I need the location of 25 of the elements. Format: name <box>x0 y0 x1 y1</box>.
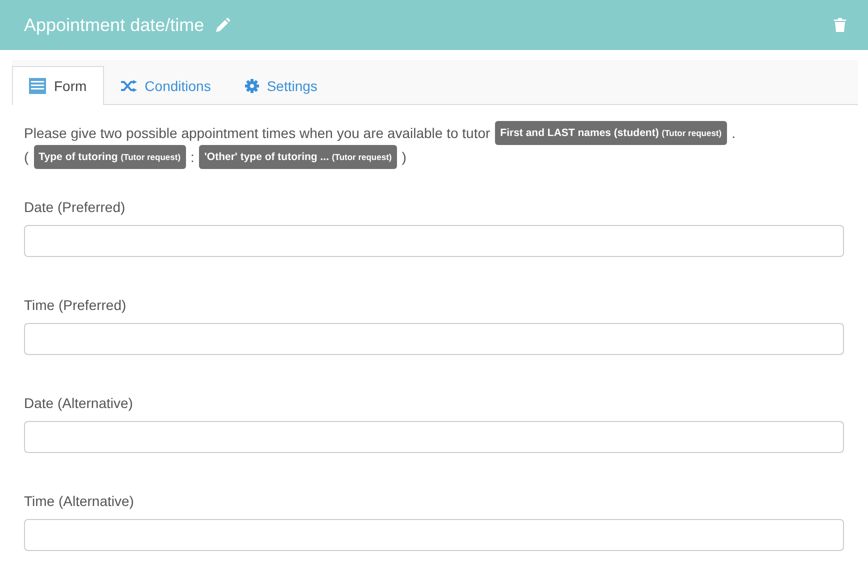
field-label: Date (Preferred) <box>24 199 126 215</box>
description-text: . <box>732 124 736 143</box>
field-label: Time (Preferred) <box>24 297 128 313</box>
input-field[interactable] <box>24 421 844 453</box>
field-tag: First and LAST names (student) (Tutor request) <box>495 121 727 145</box>
input-field[interactable] <box>24 519 844 551</box>
input-field[interactable] <box>24 323 844 355</box>
field-label: Date (Alternative) <box>24 395 134 411</box>
panel-title: Appointment date/time <box>24 14 204 36</box>
tab[interactable]: Conditions <box>104 66 228 105</box>
input-field[interactable] <box>24 225 844 257</box>
description-text: ( <box>24 148 29 167</box>
field-tag: Type of tutoring (Tutor request) <box>34 145 186 169</box>
description-text: ) <box>402 148 406 167</box>
field-tag: 'Other' type of tutoring ... (Tutor request) <box>199 145 397 169</box>
shuffle-icon <box>120 80 137 92</box>
pencil-icon[interactable] <box>216 18 230 32</box>
description-text: : <box>190 148 194 167</box>
gear-icon <box>244 79 259 93</box>
field-label: Time (Alternative) <box>24 493 135 509</box>
trash-icon[interactable] <box>834 18 846 32</box>
tab[interactable]: Settings <box>228 66 334 105</box>
tab[interactable]: Form <box>12 66 104 105</box>
description-text: Please give two possible appointment times when you are available to tutor <box>24 124 490 143</box>
list-icon <box>29 78 46 94</box>
